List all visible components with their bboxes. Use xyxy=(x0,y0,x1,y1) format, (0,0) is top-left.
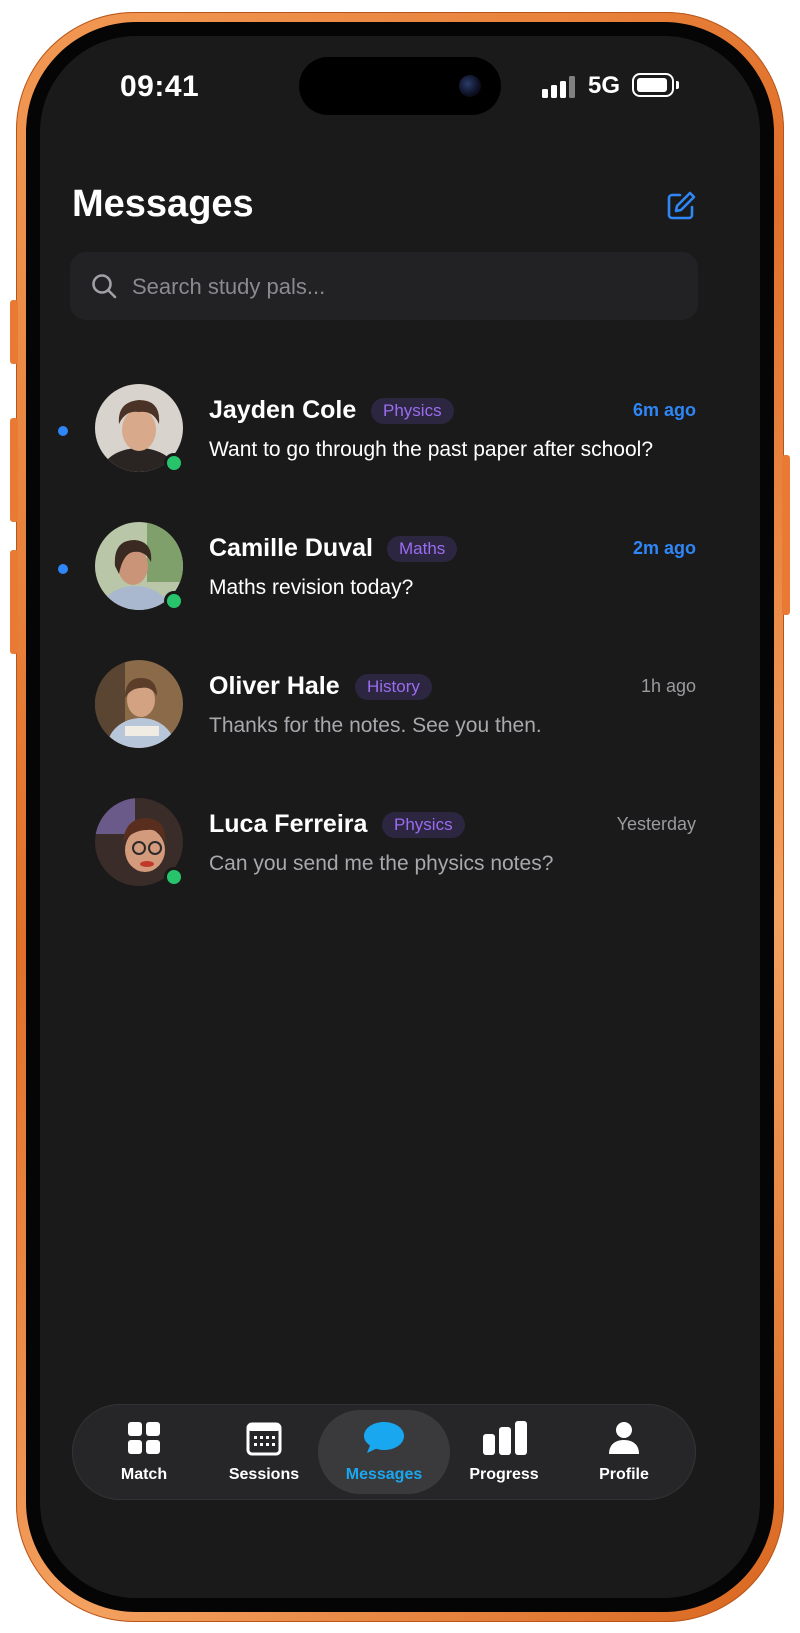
page-title: Messages xyxy=(72,183,254,225)
volume-down-button xyxy=(10,550,18,654)
subject-tag: History xyxy=(355,674,432,700)
chat-row[interactable]: Camille Duval Maths 2m ago Maths revisio… xyxy=(40,502,760,622)
subject-tag: Maths xyxy=(387,536,458,562)
chat-row[interactable]: Oliver Hale History 1h ago Thanks for th… xyxy=(40,640,760,760)
tab-profile[interactable]: Profile xyxy=(562,1404,686,1500)
screen: 09:41 5G Messages Search study pals... J… xyxy=(40,36,760,1598)
unread-indicator xyxy=(58,564,68,574)
bar-chart-icon xyxy=(482,1420,528,1456)
chat-row[interactable]: Jayden Cole Physics 6m ago Want to go th… xyxy=(40,364,760,484)
message-time: 2m ago xyxy=(632,538,696,558)
tab-bar: Match Sessions Messages Progress Profile xyxy=(72,1404,696,1500)
camera-icon xyxy=(459,75,481,97)
signal-icon xyxy=(542,76,578,98)
avatar xyxy=(95,660,183,748)
contact-name: Camille Duval xyxy=(209,534,373,562)
search-icon xyxy=(90,272,118,300)
tab-label: Match xyxy=(120,1466,168,1483)
tab-label: Progress xyxy=(469,1466,539,1483)
search-input[interactable] xyxy=(130,252,684,322)
online-indicator xyxy=(164,867,184,887)
volume-up-button xyxy=(10,418,18,522)
tab-match[interactable]: Match xyxy=(82,1404,206,1500)
tab-sessions[interactable]: Sessions xyxy=(202,1404,326,1500)
online-indicator xyxy=(164,453,184,473)
message-time: 1h ago xyxy=(640,676,696,696)
message-time: 6m ago xyxy=(632,400,696,420)
unread-indicator xyxy=(58,426,68,436)
battery-icon xyxy=(632,73,679,97)
online-indicator xyxy=(164,591,184,611)
chat-row[interactable]: Luca Ferreira Physics Yesterday Can you … xyxy=(40,778,760,898)
network-label: 5G xyxy=(588,72,621,99)
contact-name: Oliver Hale xyxy=(209,672,340,700)
power-button xyxy=(782,455,790,615)
grid-icon xyxy=(126,1420,162,1456)
person-icon xyxy=(606,1420,642,1456)
tab-label: Sessions xyxy=(228,1466,300,1483)
status-time: 09:41 xyxy=(120,70,200,103)
chat-bubble-icon xyxy=(362,1420,406,1456)
search-bar[interactable] xyxy=(70,252,698,322)
dynamic-island xyxy=(299,57,501,115)
calendar-icon xyxy=(246,1420,282,1456)
subject-tag: Physics xyxy=(382,812,465,838)
message-preview: Can you send me the physics notes? xyxy=(209,852,554,875)
avatar xyxy=(95,522,184,611)
tab-progress[interactable]: Progress xyxy=(442,1404,566,1500)
message-preview: Maths revision today? xyxy=(209,576,414,599)
tab-label: Profile xyxy=(599,1466,649,1483)
action-button xyxy=(10,300,18,364)
message-time: Yesterday xyxy=(616,814,696,834)
tab-label: Messages xyxy=(345,1466,423,1483)
message-preview: Thanks for the notes. See you then. xyxy=(209,714,542,737)
avatar xyxy=(95,384,184,473)
message-preview: Want to go through the past paper after … xyxy=(209,438,654,461)
compose-icon[interactable] xyxy=(665,190,697,222)
contact-name: Jayden Cole xyxy=(209,396,357,424)
contact-name: Luca Ferreira xyxy=(209,810,368,838)
avatar xyxy=(95,798,184,887)
tab-messages[interactable]: Messages xyxy=(318,1410,450,1494)
subject-tag: Physics xyxy=(371,398,454,424)
